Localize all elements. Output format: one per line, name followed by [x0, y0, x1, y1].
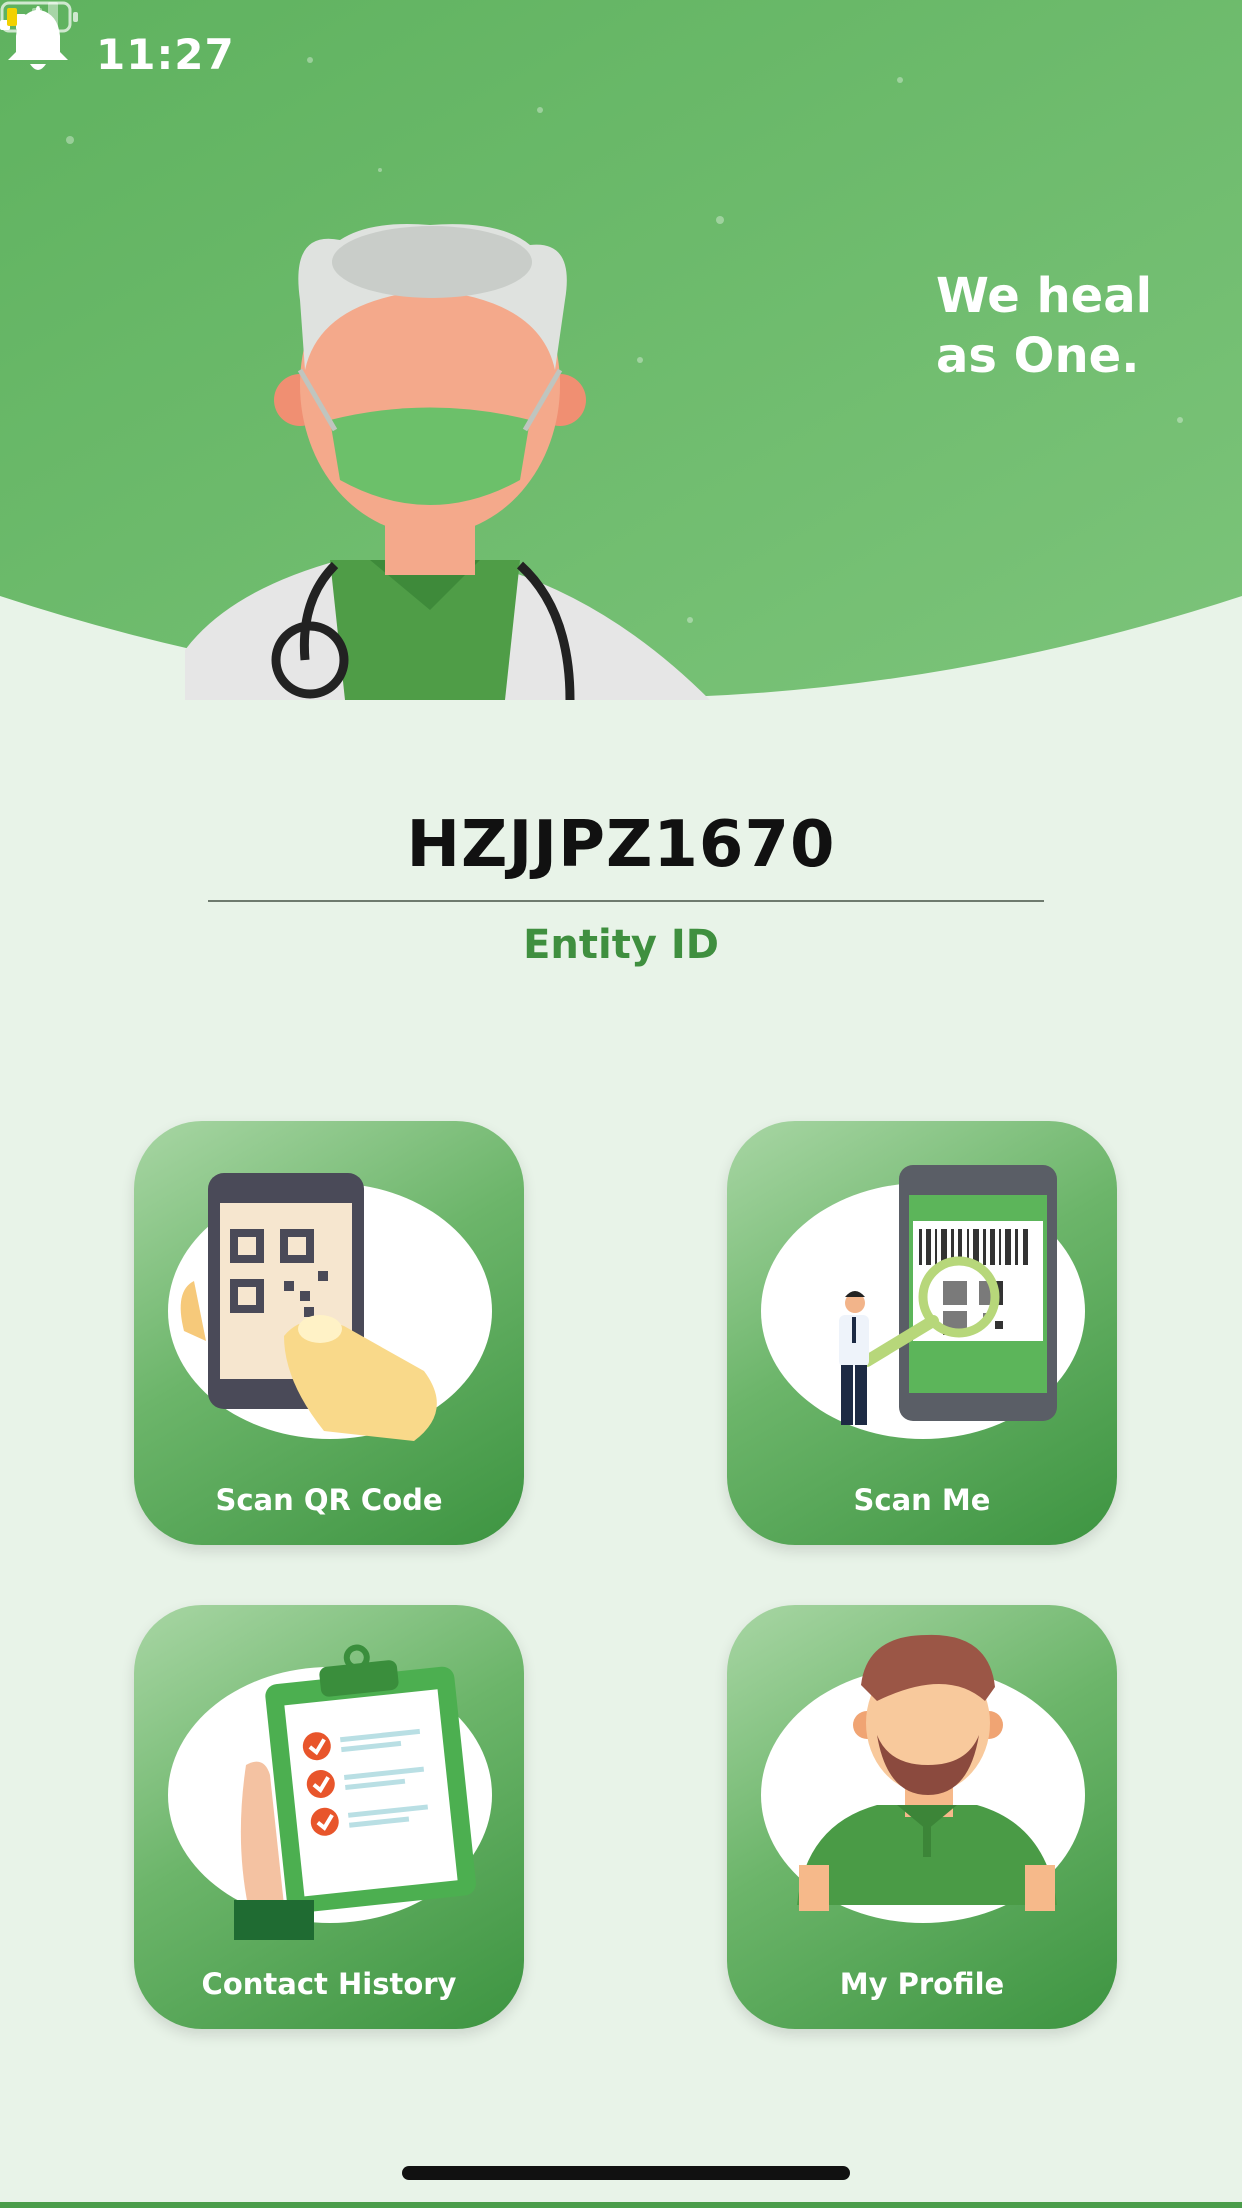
contact-history-label: Contact History — [201, 1967, 457, 2001]
bottom-accent-line — [0, 2202, 1242, 2208]
scan-me-label: Scan Me — [853, 1483, 991, 1517]
tagline-line-1: We heal — [936, 268, 1153, 324]
scan-qr-code-button[interactable]: Scan QR Code — [134, 1121, 524, 1545]
my-profile-button[interactable]: My Profile — [727, 1605, 1117, 2029]
status-time: 11:27 — [96, 30, 235, 79]
scan-me-illustration-icon — [761, 1165, 1085, 1439]
user-avatar-illustration-icon — [761, 1634, 1085, 1923]
header-banner: 11:27 We heal as One. — [0, 0, 1242, 720]
home-indicator[interactable] — [402, 2166, 850, 2180]
notification-bell-icon[interactable] — [0, 0, 76, 76]
scan-me-button[interactable]: Scan Me — [727, 1121, 1117, 1545]
tagline: We heal as One. — [936, 266, 1196, 386]
tagline-line-2: as One. — [936, 328, 1140, 384]
scan-qr-code-label: Scan QR Code — [215, 1483, 443, 1517]
scan-qr-illustration-icon — [168, 1173, 492, 1441]
entity-divider — [208, 900, 1044, 902]
my-profile-label: My Profile — [839, 1967, 1005, 2001]
clipboard-checklist-illustration-icon — [168, 1644, 492, 1940]
entity-id-label: Entity ID — [523, 922, 719, 968]
contact-history-button[interactable]: Contact History — [134, 1605, 524, 2029]
entity-id-value: HZJJPZ1670 — [406, 808, 836, 882]
